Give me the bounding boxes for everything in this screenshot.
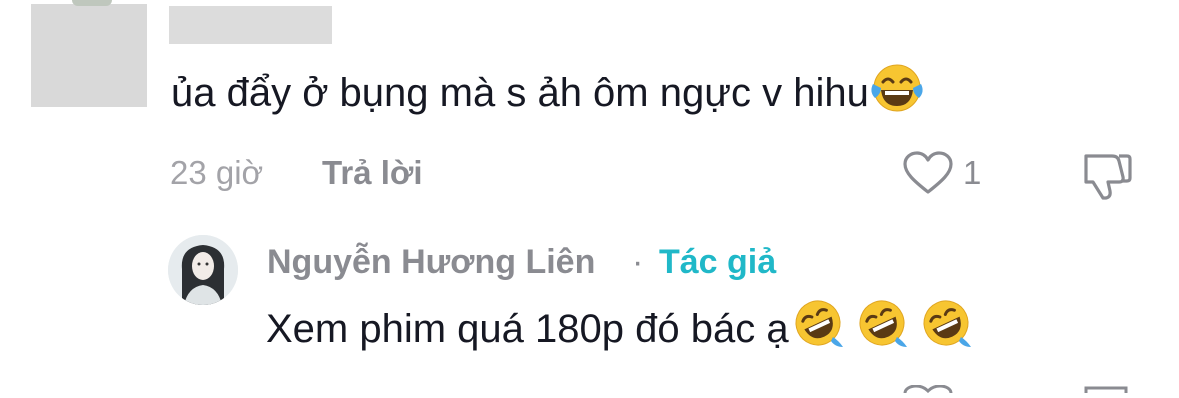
rolling-on-floor-laughing-icon (917, 297, 975, 366)
like-count: 1 (963, 154, 982, 191)
thumbs-down-icon-partial[interactable] (1082, 380, 1134, 393)
reply-body: Xem phim quá 180p đó bác ạ (266, 297, 975, 366)
reply-text: Xem phim quá 180p đó bác ạ (266, 307, 789, 352)
avatar-edge (72, 0, 112, 6)
thumbs-down-icon[interactable] (1082, 148, 1134, 200)
face-with-tears-of-joy-icon (869, 62, 925, 129)
avatar-blurred[interactable] (31, 4, 147, 107)
rolling-on-floor-laughing-icon (853, 297, 911, 366)
comment-text: ủa đẩy ở bụng mà s ảh ôm ngực v hihu (171, 71, 869, 116)
author-badge: Tác giả (659, 243, 777, 281)
reply-button[interactable]: Trả lời (322, 153, 423, 193)
separator-dot: · (632, 243, 644, 281)
username-blurred[interactable] (169, 6, 332, 44)
comment-timestamp: 23 giờ (170, 154, 264, 191)
comment-body: ủa đẩy ở bụng mà s ảh ôm ngực v hihu (171, 62, 925, 129)
heart-icon-partial[interactable] (902, 380, 954, 394)
rolling-on-floor-laughing-icon (789, 297, 847, 366)
author-avatar[interactable] (168, 235, 238, 305)
reply-author-name[interactable]: Nguyễn Hương Liên (267, 240, 595, 284)
heart-icon[interactable] (902, 151, 954, 195)
